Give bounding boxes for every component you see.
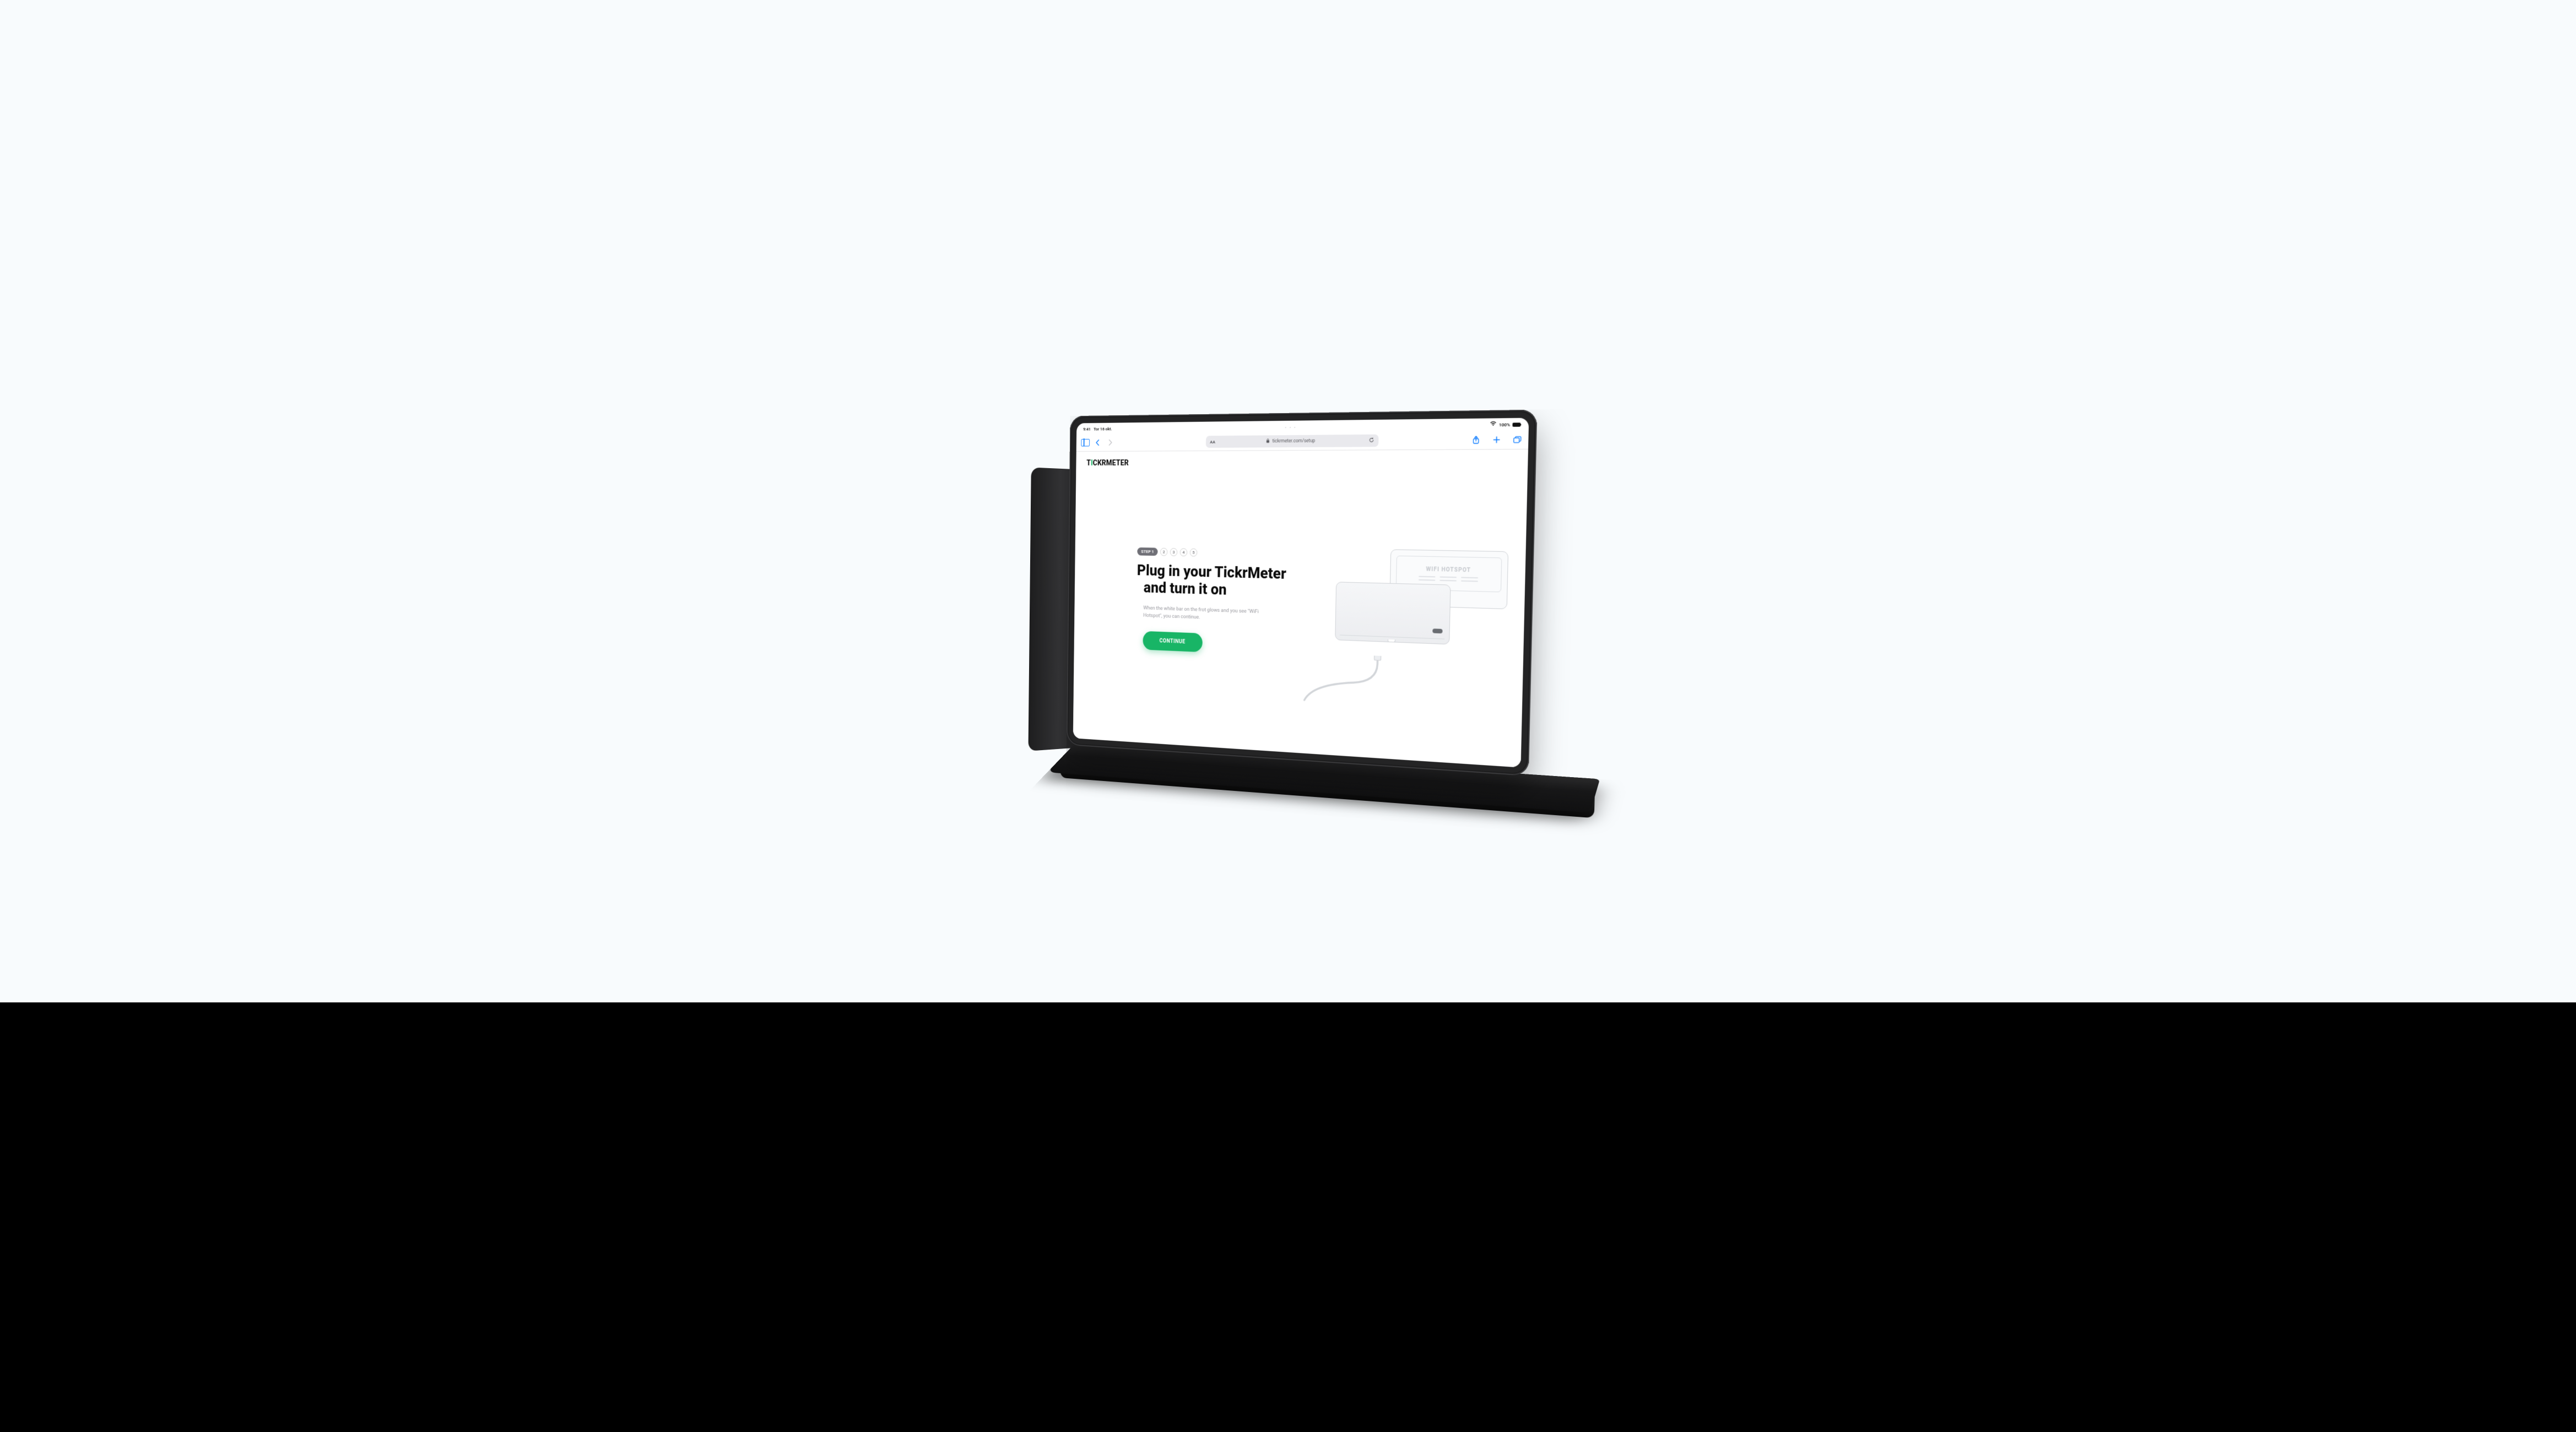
illustration-device-back: WIFI HOTSPOT: [1389, 549, 1508, 609]
headline-line2: and turn it on: [1144, 579, 1319, 601]
brand-pre: T: [1086, 459, 1091, 467]
step-active: STEP 1: [1137, 547, 1157, 556]
ios-status-bar: 9:41 Tor 16 okt. 100%: [1076, 419, 1529, 434]
battery-icon: [1512, 422, 1520, 427]
web-page: TICKRMETER STEP 1 2 3 4 5 Plug in your T…: [1073, 449, 1528, 768]
illustration-hotspot-label: WIFI HOTSPOT: [1426, 566, 1471, 573]
illustration-cable: [1302, 653, 1421, 708]
multitask-dots-icon[interactable]: • • •: [1285, 425, 1296, 430]
device-illustration: WIFI HOTSPOT: [1318, 548, 1508, 690]
reader-aa-button[interactable]: AA: [1210, 440, 1215, 444]
page-description: When the white bar on the frot glows and…: [1143, 605, 1263, 623]
step-5[interactable]: 5: [1190, 549, 1198, 557]
illustration-usb-port: [1388, 639, 1395, 643]
floor-backdrop: [0, 1002, 2576, 1432]
address-bar[interactable]: AA tickrmeter.com/setup: [1206, 435, 1379, 448]
brand-post: CKRMETER: [1093, 459, 1129, 468]
battery-percent: 100%: [1499, 422, 1511, 427]
new-tab-button[interactable]: [1491, 434, 1502, 444]
page-headline: Plug in your TickrMeter and turn it on: [1137, 562, 1319, 601]
reload-button[interactable]: [1368, 437, 1374, 444]
nav-forward-button[interactable]: [1106, 437, 1114, 447]
continue-button[interactable]: CONTINUE: [1143, 631, 1202, 652]
status-time: 9:41: [1083, 426, 1091, 431]
tablet-frame: 9:41 Tor 16 okt. 100% • • •: [1067, 410, 1538, 777]
safari-toolbar: • • • AA tickrmeter.com/setup: [1076, 430, 1529, 452]
illustration-device-front: [1335, 582, 1451, 644]
address-url: tickrmeter.com/setup: [1272, 438, 1315, 444]
step-4[interactable]: 4: [1180, 548, 1188, 556]
share-button[interactable]: [1471, 435, 1481, 445]
step-2[interactable]: 2: [1160, 548, 1168, 556]
tablet-screen: 9:41 Tor 16 okt. 100% • • •: [1073, 418, 1529, 768]
illustration-power-toggle: [1432, 628, 1442, 633]
tabs-button[interactable]: [1512, 434, 1523, 444]
brand-logo[interactable]: TICKRMETER: [1086, 458, 1515, 468]
wifi-icon: [1490, 421, 1497, 428]
nav-back-button[interactable]: [1094, 437, 1102, 447]
sidebar-toggle-button[interactable]: [1081, 438, 1090, 447]
lock-icon: [1266, 438, 1270, 444]
step-3[interactable]: 3: [1170, 548, 1178, 556]
step-indicator: STEP 1 2 3 4 5: [1137, 547, 1319, 559]
status-date: Tor 16 okt.: [1094, 426, 1112, 431]
